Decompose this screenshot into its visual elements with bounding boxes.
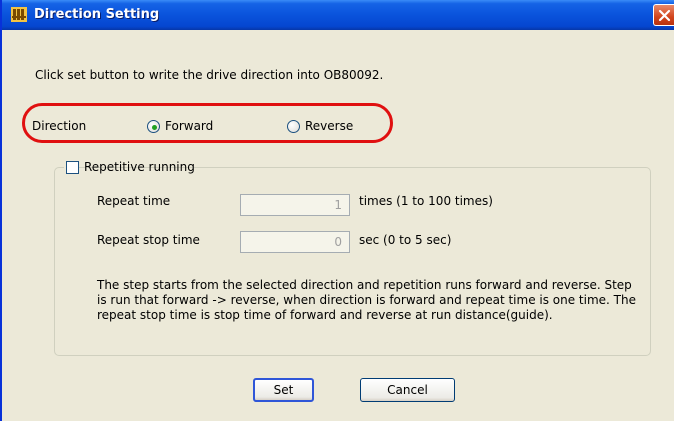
checkbox[interactable] bbox=[66, 161, 79, 174]
app-window-icon bbox=[11, 7, 27, 22]
close-button[interactable] bbox=[653, 4, 674, 26]
help-text: The step starts from the selected direct… bbox=[97, 278, 636, 322]
repeat-stop-time-input[interactable]: 0 bbox=[240, 231, 350, 253]
radio-reverse-label[interactable]: Reverse bbox=[305, 119, 353, 133]
radio-button[interactable] bbox=[287, 120, 300, 133]
dialog-window: Direction Setting Click set button to wr… bbox=[0, 0, 674, 421]
direction-label: Direction bbox=[32, 119, 87, 133]
repeat-time-unit: times (1 to 100 times) bbox=[359, 194, 493, 208]
radio-button[interactable] bbox=[147, 120, 160, 133]
set-button[interactable]: Set bbox=[253, 378, 314, 402]
title-bar[interactable]: Direction Setting bbox=[2, 0, 674, 30]
radio-selected-dot bbox=[152, 125, 157, 130]
cancel-button[interactable]: Cancel bbox=[360, 378, 455, 402]
instruction-text: Click set button to write the drive dire… bbox=[35, 68, 384, 82]
repetitive-running-checkbox[interactable]: Repetitive running bbox=[64, 160, 195, 176]
repeat-stop-time-unit: sec (0 to 5 sec) bbox=[359, 233, 452, 247]
repeat-stop-time-label: Repeat stop time bbox=[97, 233, 200, 247]
radio-forward-label[interactable]: Forward bbox=[165, 119, 213, 133]
close-icon bbox=[658, 9, 671, 22]
repetitive-running-label[interactable]: Repetitive running bbox=[84, 160, 195, 174]
repeat-time-label: Repeat time bbox=[97, 194, 171, 208]
repeat-time-input[interactable]: 1 bbox=[240, 194, 350, 216]
window-title: Direction Setting bbox=[34, 7, 160, 22]
